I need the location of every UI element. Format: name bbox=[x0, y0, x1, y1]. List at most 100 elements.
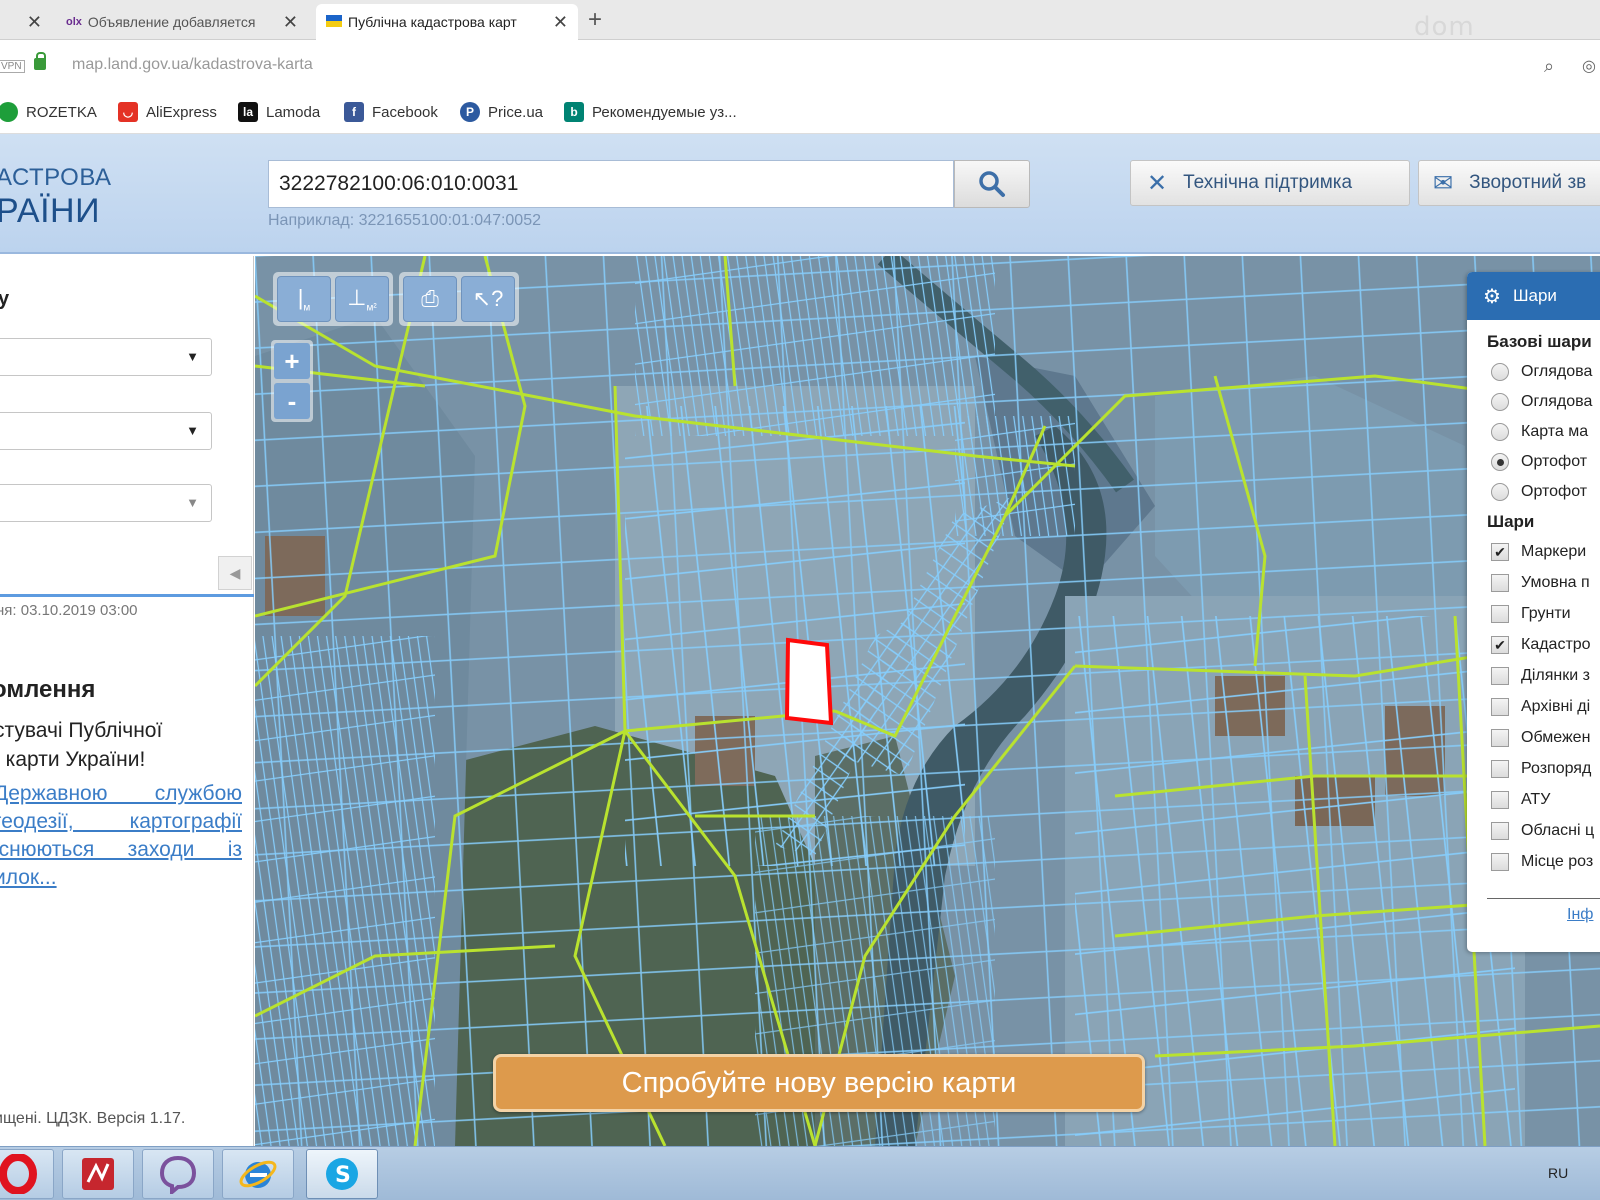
measure-area-button[interactable]: ⊥м² bbox=[335, 276, 389, 322]
checkbox[interactable] bbox=[1491, 667, 1509, 685]
bookmark-facebook[interactable]: f Facebook bbox=[344, 100, 438, 124]
url-field[interactable]: map.land.gov.ua/kadastrova-karta bbox=[72, 56, 313, 74]
orthophoto-map bbox=[255, 256, 1600, 1146]
dropdown-arrow-icon: ▼ bbox=[186, 423, 199, 438]
bookmark-label: Lamoda bbox=[266, 103, 321, 121]
close-icon[interactable]: ✕ bbox=[283, 12, 298, 33]
url-path: /kadastrova-karta bbox=[189, 56, 313, 73]
overlay-layer-option[interactable]: Грунти bbox=[1491, 602, 1571, 626]
bookmark-label: Рекомендуемые уз... bbox=[592, 103, 737, 121]
taskbar-ie[interactable] bbox=[222, 1149, 294, 1199]
checkbox[interactable] bbox=[1491, 853, 1509, 871]
lamoda-icon: la bbox=[238, 102, 258, 122]
overlay-layer-option[interactable]: Розпоряд bbox=[1491, 757, 1591, 781]
area-ruler-icon: ⊥м² bbox=[347, 284, 377, 314]
overlay-layer-option[interactable]: Обласні ц bbox=[1491, 819, 1594, 843]
selected-parcel[interactable] bbox=[784, 637, 834, 726]
print-button[interactable]: ⎙ bbox=[403, 276, 457, 322]
map-canvas[interactable]: |м ⊥м² ⎙ ↖? + - ⚙ Шари Базові шари Огляд… bbox=[255, 256, 1600, 1146]
bookmark-recommended[interactable]: b Рекомендуемые уз... bbox=[564, 100, 737, 124]
checkbox[interactable] bbox=[1491, 729, 1509, 747]
region-select[interactable]: ▼ bbox=[0, 338, 212, 376]
radio-button-selected[interactable] bbox=[1491, 453, 1509, 471]
base-layer-option[interactable]: Оглядова bbox=[1491, 360, 1592, 384]
taskbar-pdf[interactable] bbox=[62, 1149, 134, 1199]
layer-label: Ортофот bbox=[1521, 483, 1588, 500]
panel-title: у bbox=[0, 288, 10, 310]
envelope-icon: ✉ bbox=[1433, 169, 1454, 197]
address-bar: VPN map.land.gov.ua/kadastrova-karta ⌕ ◎ bbox=[0, 40, 1600, 92]
update-date: ня: 03.10.2019 03:00 bbox=[0, 602, 138, 619]
feedback-button[interactable]: ✉ Зворотний зв bbox=[1418, 160, 1600, 206]
new-version-banner-button[interactable]: Спробуйте нову версію карти bbox=[493, 1054, 1145, 1112]
bookmark-rozetka[interactable]: ROZETKA bbox=[0, 100, 97, 124]
dropdown-arrow-icon: ▼ bbox=[186, 495, 199, 510]
checkbox-checked[interactable]: ✔ bbox=[1491, 636, 1509, 654]
overlay-layer-option[interactable]: ✔ Кадастро bbox=[1491, 633, 1591, 657]
checkbox-checked[interactable]: ✔ bbox=[1491, 543, 1509, 561]
layers-info-link[interactable]: Інф bbox=[1567, 906, 1593, 924]
overlay-layer-option[interactable]: Ділянки з bbox=[1491, 664, 1590, 688]
radio-button[interactable] bbox=[1491, 483, 1509, 501]
taskbar-viber[interactable] bbox=[142, 1149, 214, 1199]
left-panel: у ▼ ▼ ▼ ◀ ня: 03.10.2019 03:00 омлення с… bbox=[0, 256, 254, 1146]
rozetka-icon bbox=[0, 102, 18, 122]
browser-tab-olx[interactable]: olx Объявление добавляется ✕ bbox=[56, 4, 308, 40]
search-icon[interactable]: ⌕ bbox=[1544, 56, 1554, 77]
base-layer-option[interactable]: Ортофот bbox=[1491, 480, 1587, 504]
zoom-in-button[interactable]: + bbox=[274, 343, 310, 379]
overlay-layer-option[interactable]: Місце роз bbox=[1491, 850, 1593, 874]
tech-support-button[interactable]: ✕ Технічна підтримка bbox=[1130, 160, 1410, 206]
taskbar-skype[interactable]: S bbox=[306, 1149, 378, 1199]
bookmark-aliexpress[interactable]: ◡ AliExpress bbox=[118, 100, 217, 124]
zoom-out-button[interactable]: - bbox=[274, 383, 310, 419]
browser-tab-active[interactable]: Публічна кадастрова карт ✕ bbox=[316, 4, 578, 40]
notice-link[interactable]: Державною службою геодезії, картографії … bbox=[0, 780, 242, 892]
cadastral-search-input[interactable] bbox=[268, 160, 954, 208]
vpn-badge[interactable]: VPN bbox=[0, 60, 25, 73]
identify-button[interactable]: ↖? bbox=[461, 276, 515, 322]
dom-watermark-logo: dom bbox=[1414, 12, 1475, 42]
radio-button[interactable] bbox=[1491, 423, 1509, 441]
ukraine-flag-icon bbox=[326, 14, 342, 30]
overlay-layer-option[interactable]: Обмежен bbox=[1491, 726, 1590, 750]
bookmark-label: Price.ua bbox=[488, 103, 544, 121]
overlay-layer-option[interactable]: Умовна п bbox=[1491, 571, 1590, 595]
notice-title: омлення bbox=[0, 676, 96, 703]
measure-distance-button[interactable]: |м bbox=[277, 276, 331, 322]
windows-taskbar: S RU bbox=[0, 1146, 1600, 1200]
new-tab-button[interactable]: + bbox=[588, 6, 602, 34]
bookmark-priceua[interactable]: P Price.ua bbox=[460, 100, 543, 124]
radio-button[interactable] bbox=[1491, 363, 1509, 381]
close-icon[interactable]: ✕ bbox=[553, 12, 568, 33]
checkbox[interactable] bbox=[1491, 791, 1509, 809]
checkbox[interactable] bbox=[1491, 822, 1509, 840]
district-select[interactable]: ▼ bbox=[0, 412, 212, 450]
base-layer-option[interactable]: Ортофот bbox=[1491, 450, 1587, 474]
settlement-select[interactable]: ▼ bbox=[0, 484, 212, 522]
checkbox[interactable] bbox=[1491, 605, 1509, 623]
overlay-layer-option[interactable]: ✔ Маркери bbox=[1491, 540, 1586, 564]
close-icon[interactable]: ✕ bbox=[27, 12, 42, 33]
base-layer-option[interactable]: Карта ма bbox=[1491, 420, 1588, 444]
checkbox[interactable] bbox=[1491, 574, 1509, 592]
camera-icon[interactable]: ◎ bbox=[1582, 56, 1596, 76]
overlay-layer-option[interactable]: Архівні ді bbox=[1491, 695, 1590, 719]
opera-icon bbox=[0, 1154, 37, 1194]
overlay-layer-option[interactable]: АТУ bbox=[1491, 788, 1550, 812]
checkbox[interactable] bbox=[1491, 698, 1509, 716]
radio-button[interactable] bbox=[1491, 393, 1509, 411]
language-indicator[interactable]: RU bbox=[1548, 1165, 1568, 1181]
layer-label: Архівні ді bbox=[1521, 698, 1591, 715]
taskbar-opera[interactable] bbox=[0, 1149, 54, 1199]
bookmark-lamoda[interactable]: la Lamoda bbox=[238, 100, 320, 124]
search-hint: Наприклад: 3221655100:01:047:0052 bbox=[268, 212, 541, 229]
feedback-label: Зворотний зв bbox=[1469, 172, 1587, 193]
layers-header[interactable]: ⚙ Шари bbox=[1467, 272, 1600, 320]
url-host: map.land.gov.ua bbox=[72, 56, 190, 73]
search-button[interactable] bbox=[954, 160, 1030, 208]
checkbox[interactable] bbox=[1491, 760, 1509, 778]
base-layer-option[interactable]: Оглядова bbox=[1491, 390, 1592, 414]
collapse-panel-button[interactable]: ◀ bbox=[218, 556, 252, 590]
browser-tab-0[interactable]: ✕ bbox=[0, 4, 52, 40]
